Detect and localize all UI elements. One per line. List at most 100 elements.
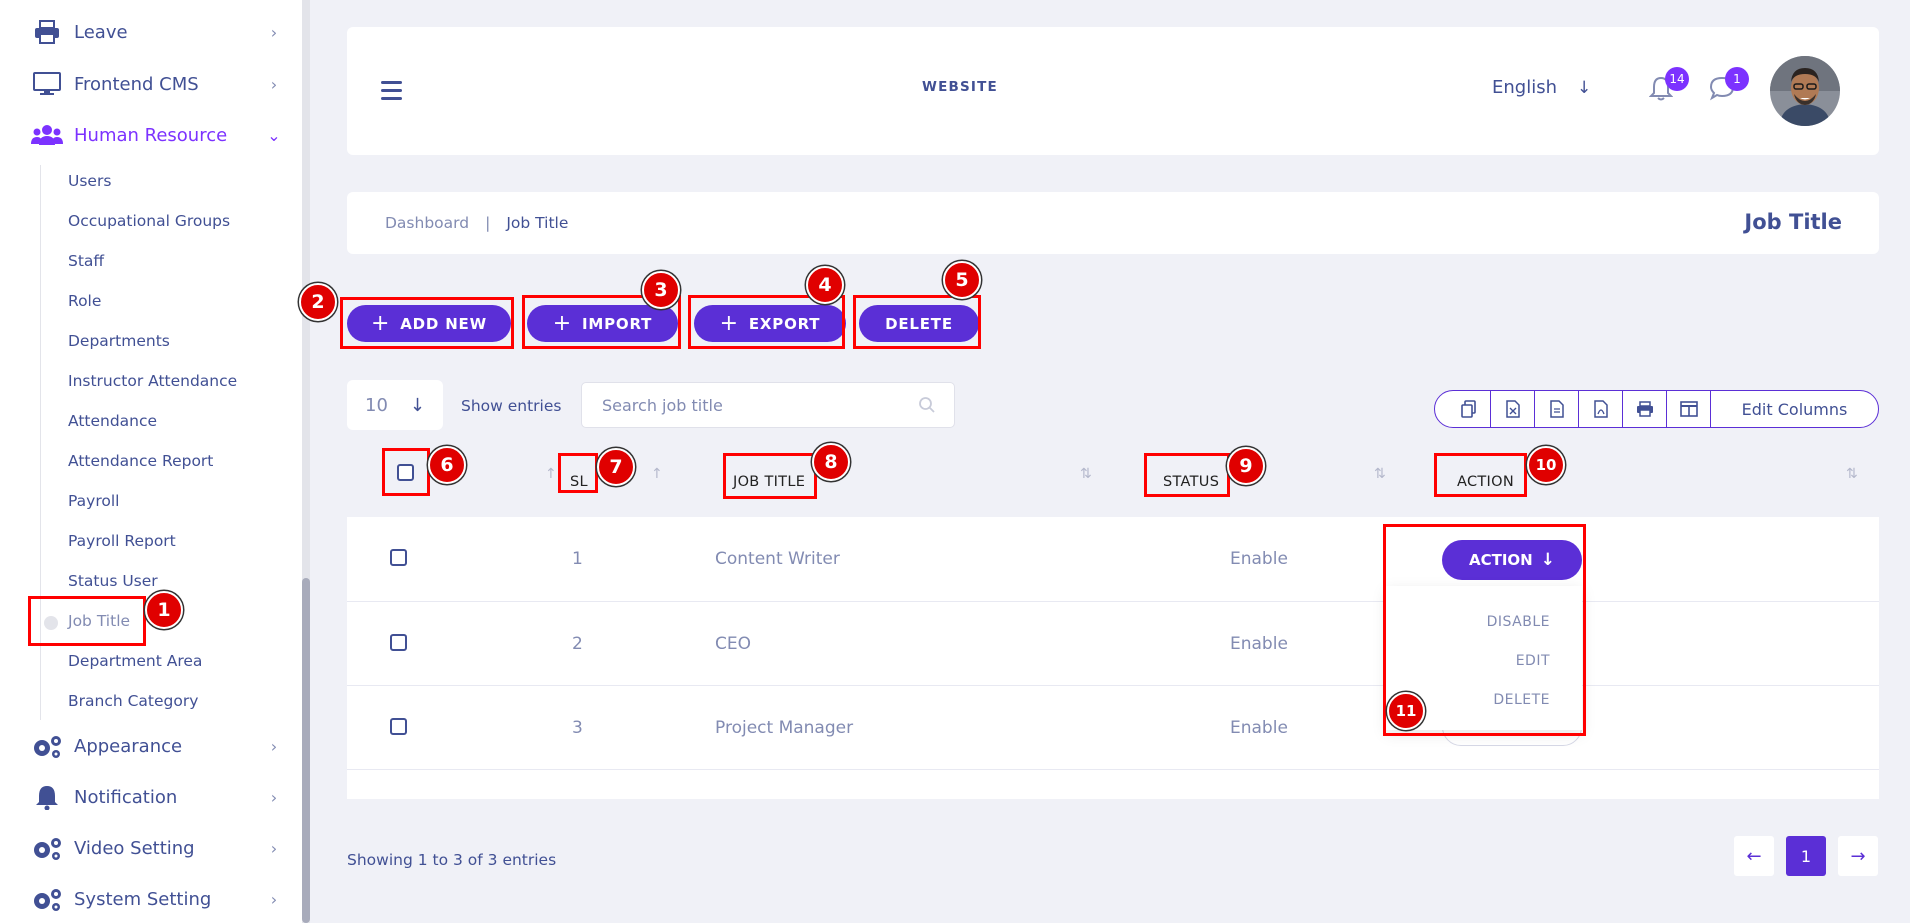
breadcrumb-separator: |	[485, 214, 491, 232]
edit-columns-button[interactable]: Edit Columns	[1711, 400, 1878, 419]
user-avatar[interactable]	[1770, 56, 1840, 126]
message-icon[interactable]: 1	[1709, 67, 1749, 105]
sort-asc-icon[interactable]: ↑	[545, 466, 557, 482]
cell-status: Enable	[1230, 634, 1288, 654]
language-label: English	[1492, 77, 1557, 98]
annotation-box-1	[28, 596, 146, 646]
annotation-marker-3: 3	[642, 271, 680, 309]
cell-status: Enable	[1230, 549, 1288, 569]
printer-icon	[30, 17, 64, 47]
menu-label: Frontend CMS	[74, 73, 199, 95]
pagination-next-icon[interactable]: →	[1838, 836, 1878, 876]
sidebar-item-status-user[interactable]: Status User	[68, 572, 158, 590]
sidebar-item-payroll[interactable]: Payroll	[68, 492, 119, 510]
sort-both-icon[interactable]: ⇅	[1374, 466, 1386, 482]
pagination-page-1[interactable]: 1	[1786, 836, 1826, 876]
sidebar: Leave › Frontend CMS › Human Resource ⌄ …	[0, 0, 304, 923]
menu-item-appearance[interactable]: Appearance ›	[30, 726, 282, 766]
annotation-marker-10: 10	[1527, 446, 1565, 484]
cell-sl: 3	[572, 718, 583, 738]
entries-per-page-select[interactable]: 10 ↓	[347, 380, 443, 430]
row-divider	[347, 685, 1879, 686]
cell-job-title: CEO	[715, 634, 751, 654]
pagination-prev-icon[interactable]: ←	[1734, 836, 1774, 876]
annotation-marker-8: 8	[812, 443, 850, 481]
menu-label: Notification	[74, 786, 178, 808]
users-icon	[30, 120, 64, 150]
chevron-right-icon: ›	[270, 22, 278, 42]
notification-bell-icon[interactable]: 14	[1648, 67, 1689, 105]
menu-item-human-resource[interactable]: Human Resource ⌄	[30, 115, 282, 155]
menu-item-leave[interactable]: Leave ›	[30, 12, 282, 52]
cell-job-title: Content Writer	[715, 549, 840, 569]
row-checkbox[interactable]	[390, 549, 407, 566]
annotation-marker-9: 9	[1227, 447, 1265, 485]
menu-item-frontend-cms[interactable]: Frontend CMS ›	[30, 64, 282, 104]
arrow-down-icon: ↓	[409, 394, 425, 416]
menu-label: Human Resource	[74, 124, 228, 146]
breadcrumb-bar: Dashboard | Job Title Job Title	[347, 192, 1879, 254]
gears-icon	[30, 884, 64, 914]
bell-icon	[30, 782, 64, 812]
language-select[interactable]: English ↓	[1492, 77, 1591, 98]
sidebar-item-staff[interactable]: Staff	[68, 252, 104, 270]
annotation-box-8	[723, 453, 817, 499]
annotation-marker-6: 6	[428, 446, 466, 484]
notification-badge: 14	[1665, 67, 1689, 91]
table-tools: Edit Columns	[1434, 390, 1879, 428]
menu-label: System Setting	[74, 888, 212, 910]
annotation-marker-1: 1	[145, 591, 183, 629]
excel-icon[interactable]	[1491, 391, 1535, 427]
menu-label: Leave	[74, 21, 128, 43]
sidebar-item-occupational-groups[interactable]: Occupational Groups	[68, 212, 230, 230]
columns-icon[interactable]	[1667, 391, 1711, 427]
copy-icon[interactable]	[1447, 391, 1491, 427]
showing-entries-text: Showing 1 to 3 of 3 entries	[347, 851, 557, 869]
sort-both-icon[interactable]: ⇅	[1080, 466, 1092, 482]
arrow-down-icon: ↓	[1577, 77, 1592, 98]
gears-icon	[30, 731, 64, 761]
top-header: WEBSITE English ↓ 14 1	[347, 27, 1879, 155]
csv-icon[interactable]	[1535, 391, 1579, 427]
per-page-value: 10	[365, 394, 388, 416]
print-icon[interactable]	[1623, 391, 1667, 427]
menu-item-notification[interactable]: Notification ›	[30, 777, 282, 817]
search-input[interactable]	[582, 383, 912, 427]
pdf-icon[interactable]	[1579, 391, 1623, 427]
sidebar-item-branch-category[interactable]: Branch Category	[68, 692, 198, 710]
message-badge: 1	[1725, 67, 1749, 91]
cell-status: Enable	[1230, 718, 1288, 738]
gears-icon	[30, 833, 64, 863]
sidebar-item-payroll-report[interactable]: Payroll Report	[68, 532, 176, 550]
annotation-marker-5: 5	[943, 261, 981, 299]
sidebar-item-departments[interactable]: Departments	[68, 332, 170, 350]
sidebar-item-attendance[interactable]: Attendance	[68, 412, 157, 430]
annotation-box-5	[853, 295, 981, 349]
breadcrumb-dashboard[interactable]: Dashboard	[385, 214, 469, 232]
chevron-right-icon: ›	[270, 736, 278, 756]
sort-both-icon[interactable]: ⇅	[1846, 466, 1858, 482]
sidebar-item-attendance-report[interactable]: Attendance Report	[68, 452, 213, 470]
menu-item-video-setting[interactable]: Video Setting ›	[30, 828, 282, 868]
hamburger-menu-icon[interactable]	[381, 81, 402, 105]
row-checkbox[interactable]	[390, 718, 407, 735]
search-icon[interactable]	[918, 396, 936, 418]
sidebar-item-users[interactable]: Users	[68, 172, 111, 190]
annotation-box-10	[1434, 453, 1527, 497]
chevron-right-icon: ›	[270, 838, 278, 858]
sort-asc-icon[interactable]: ↑	[651, 466, 663, 482]
annotation-marker-7: 7	[597, 448, 635, 486]
sidebar-item-role[interactable]: Role	[68, 292, 101, 310]
annotation-box-6	[382, 448, 430, 496]
sidebar-scrollbar-thumb[interactable]	[302, 578, 310, 923]
sidebar-item-department-area[interactable]: Department Area	[68, 652, 202, 670]
website-link[interactable]: WEBSITE	[922, 79, 998, 95]
sidebar-item-instructor-attendance[interactable]: Instructor Attendance	[68, 372, 237, 390]
row-divider	[347, 769, 1879, 770]
search-box	[581, 382, 955, 428]
row-divider	[347, 601, 1879, 602]
row-checkbox[interactable]	[390, 634, 407, 651]
menu-item-system-setting[interactable]: System Setting ›	[30, 879, 282, 919]
chevron-right-icon: ›	[270, 74, 278, 94]
annotation-box-2	[340, 297, 514, 349]
